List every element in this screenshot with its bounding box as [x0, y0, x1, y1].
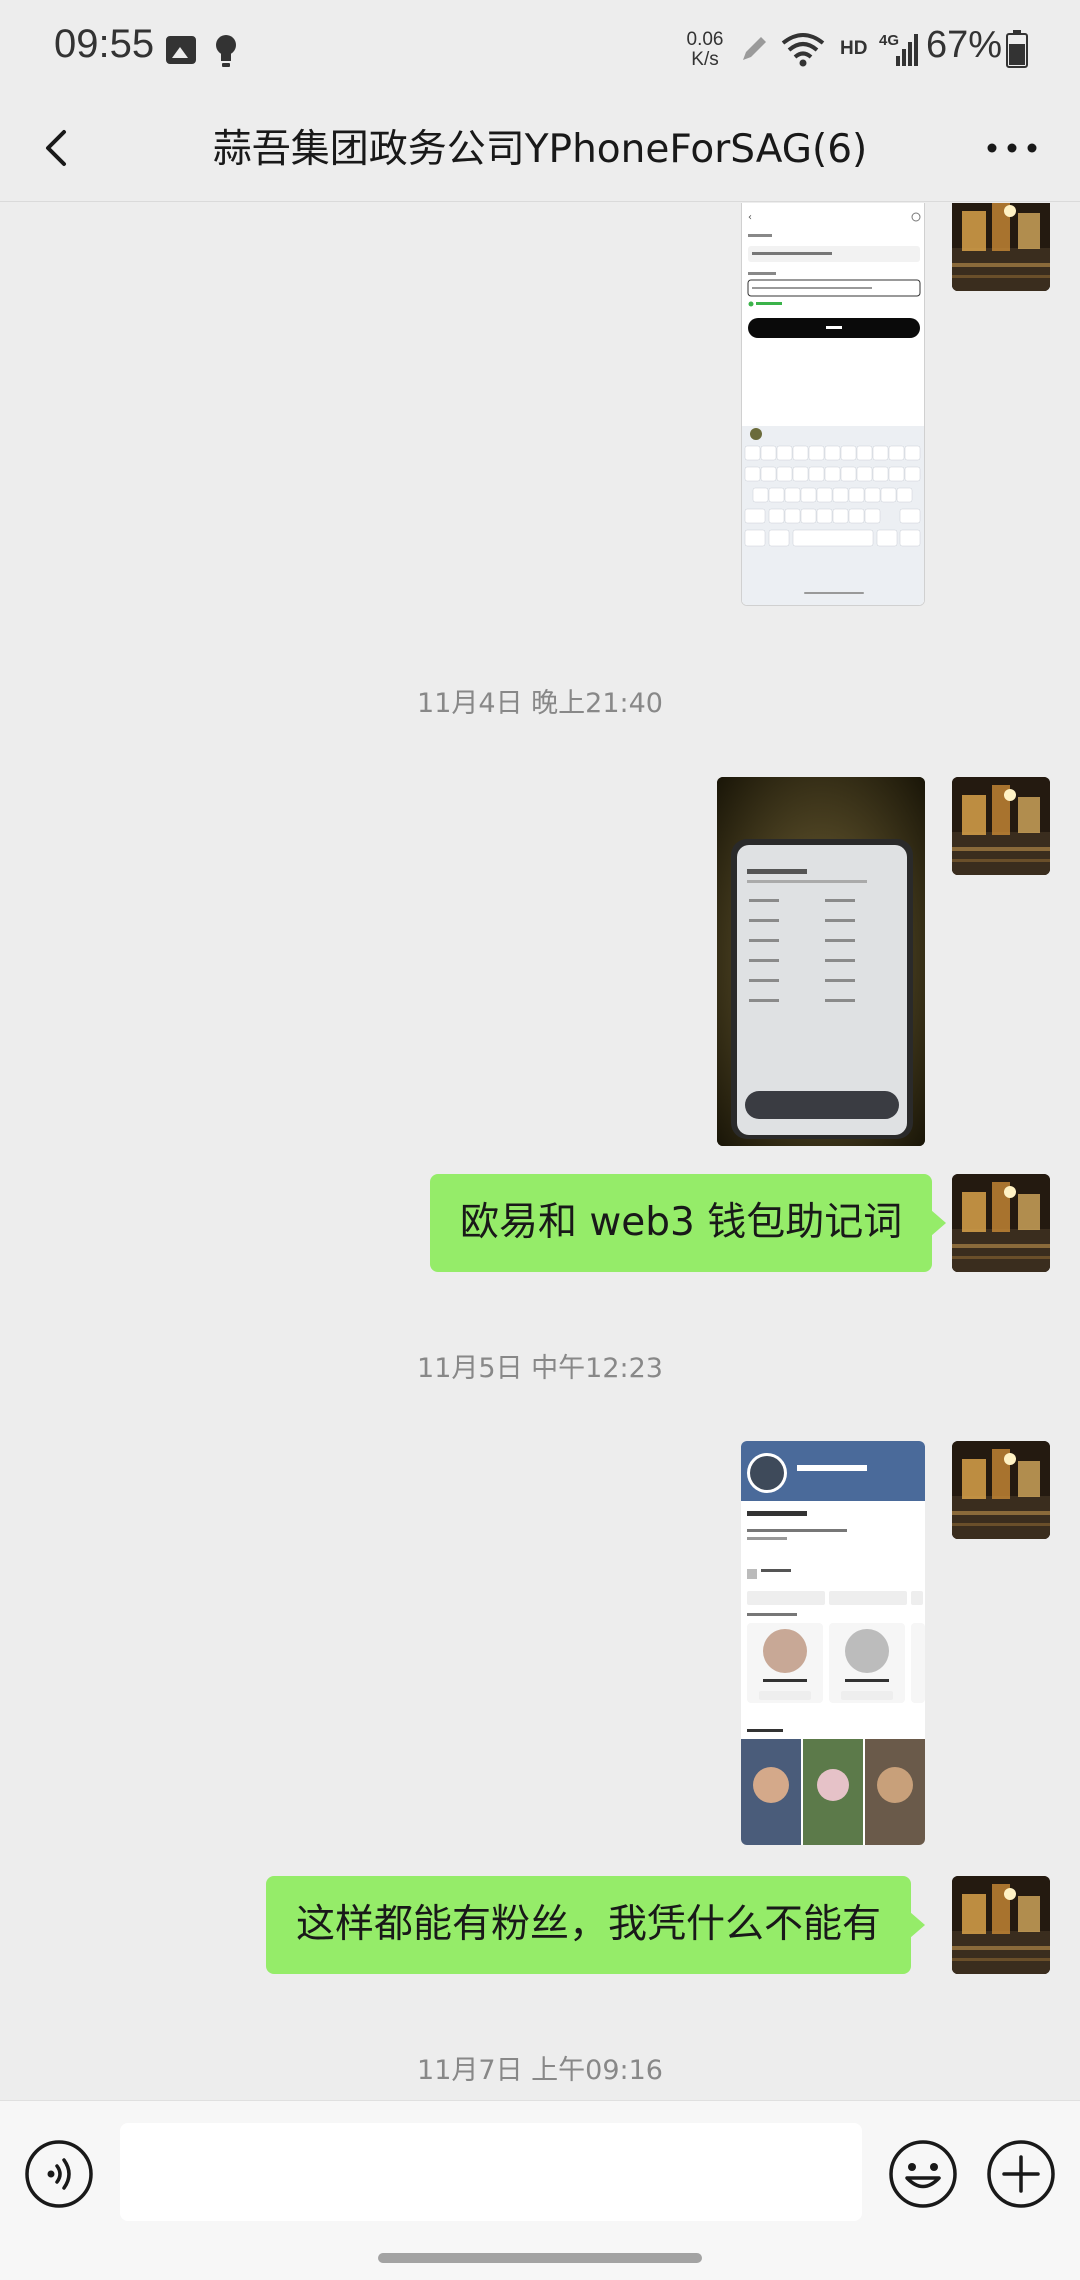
phone-photo-thumbnail — [717, 777, 925, 1146]
text-message[interactable]: 欧易和 web3 钱包助记词 — [430, 1174, 947, 1272]
hd-label: HD — [840, 38, 868, 59]
profile-screenshot-thumbnail — [741, 1441, 925, 1845]
image-message[interactable]: ‹ — [741, 203, 925, 606]
avatar[interactable] — [952, 777, 1050, 875]
timestamp: 11月7日 上午09:16 — [417, 2055, 663, 2086]
message-input[interactable] — [120, 2123, 862, 2221]
chevron-left-icon[interactable] — [30, 118, 90, 178]
image-message[interactable] — [741, 1441, 925, 1845]
avatar-image — [952, 1441, 1050, 1539]
avatar[interactable] — [952, 1876, 1050, 1974]
more-horizontal-icon[interactable] — [980, 118, 1044, 178]
emoji-icon[interactable] — [888, 2139, 958, 2209]
chat-message-list[interactable]: ‹ 11月4日 晚上21:40 欧易和 web3 钱包助记词 11月5日 中午1… — [0, 203, 1080, 2100]
avatar[interactable] — [952, 203, 1050, 291]
status-bar: 09:55 0.06 K/s HD 4G 67% — [0, 0, 1080, 96]
pen-icon — [743, 37, 766, 60]
signal-icon — [896, 34, 918, 66]
password-screenshot-thumbnail: ‹ — [742, 203, 924, 605]
network-speed: 0.06 K/s — [680, 30, 730, 70]
avatar[interactable] — [952, 1174, 1050, 1272]
avatar[interactable] — [952, 1441, 1050, 1539]
text-message[interactable]: 这样都能有粉丝，我凭什么不能有 — [266, 1876, 926, 1974]
avatar-image — [952, 1876, 1050, 1974]
battery-icon — [1006, 30, 1028, 68]
bulb-icon — [216, 35, 236, 67]
home-indicator[interactable] — [378, 2253, 702, 2263]
image-icon — [166, 36, 196, 64]
voice-icon[interactable] — [24, 2139, 94, 2209]
image-message[interactable] — [717, 777, 925, 1146]
avatar-image — [952, 203, 1050, 291]
chat-title: 蒜吾集团政务公司YPhoneForSAG(6) — [212, 127, 868, 172]
network-speed-value: 0.06 — [686, 29, 724, 50]
avatar-image — [952, 1174, 1050, 1272]
svg-text:‹: ‹ — [748, 212, 752, 223]
wifi-icon — [781, 33, 825, 67]
status-time: 09:55 — [54, 22, 155, 66]
plus-circle-icon[interactable] — [986, 2139, 1056, 2209]
chat-header: 蒜吾集团政务公司YPhoneForSAG(6) — [0, 96, 1080, 202]
network-speed-unit: K/s — [691, 49, 719, 70]
timestamp: 11月4日 晚上21:40 — [417, 688, 663, 719]
timestamp: 11月5日 中午12:23 — [417, 1353, 663, 1384]
battery-percentage: 67% — [926, 24, 1003, 66]
avatar-image — [952, 777, 1050, 875]
